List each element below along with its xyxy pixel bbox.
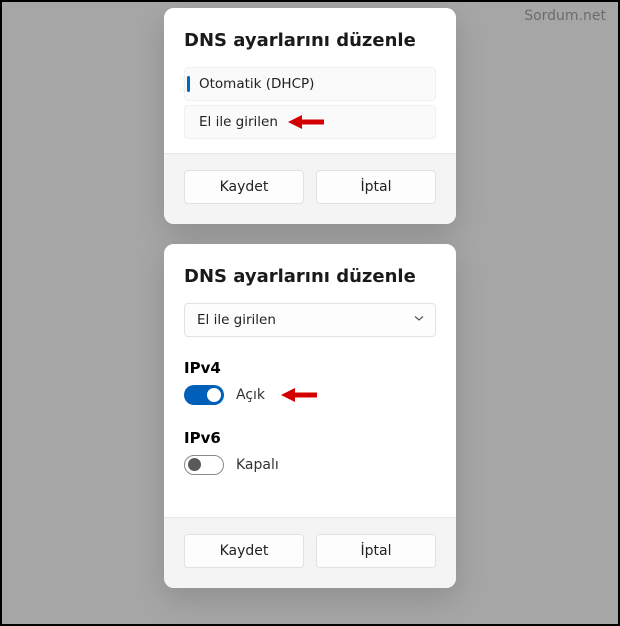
option-manual-label: El ile girilen: [199, 114, 278, 130]
ipv6-state-label: Kapalı: [236, 457, 279, 473]
dialog2-footer: Kaydet İptal: [164, 517, 456, 588]
dialog2-body: DNS ayarlarını düzenle El ile girilen IP…: [164, 244, 456, 517]
option-manual[interactable]: El ile girilen: [184, 105, 436, 139]
dns-mode-select-value: El ile girilen: [197, 312, 276, 328]
ipv6-toggle[interactable]: [184, 455, 224, 475]
dns-dialog-2: DNS ayarlarını düzenle El ile girilen IP…: [164, 244, 456, 588]
cancel-button[interactable]: İptal: [316, 534, 436, 568]
save-button[interactable]: Kaydet: [184, 534, 304, 568]
arrow-left-icon: [281, 386, 319, 404]
ipv4-state-label: Açık: [236, 387, 265, 403]
chevron-down-icon: [413, 312, 425, 328]
arrow-left-icon: [288, 113, 326, 131]
ipv6-toggle-row: Kapalı: [184, 455, 436, 475]
dialog2-title: DNS ayarlarını düzenle: [184, 266, 436, 287]
save-button[interactable]: Kaydet: [184, 170, 304, 204]
cancel-button[interactable]: İptal: [316, 170, 436, 204]
dialog1-title: DNS ayarlarını düzenle: [184, 30, 436, 51]
option-auto-label: Otomatik (DHCP): [199, 76, 314, 92]
ipv6-heading: IPv6: [184, 429, 436, 447]
ipv4-toggle[interactable]: [184, 385, 224, 405]
option-auto-dhcp[interactable]: Otomatik (DHCP): [184, 67, 436, 101]
dns-mode-select[interactable]: El ile girilen: [184, 303, 436, 337]
ipv4-toggle-row: Açık: [184, 385, 436, 405]
dns-mode-option-list: Otomatik (DHCP) El ile girilen: [184, 67, 436, 139]
ipv4-heading: IPv4: [184, 359, 436, 377]
dns-dialog-1: DNS ayarlarını düzenle Otomatik (DHCP) E…: [164, 8, 456, 224]
dialog1-footer: Kaydet İptal: [164, 153, 456, 224]
stage: DNS ayarlarını düzenle Otomatik (DHCP) E…: [2, 8, 618, 608]
dialog1-body: DNS ayarlarını düzenle Otomatik (DHCP) E…: [164, 8, 456, 153]
